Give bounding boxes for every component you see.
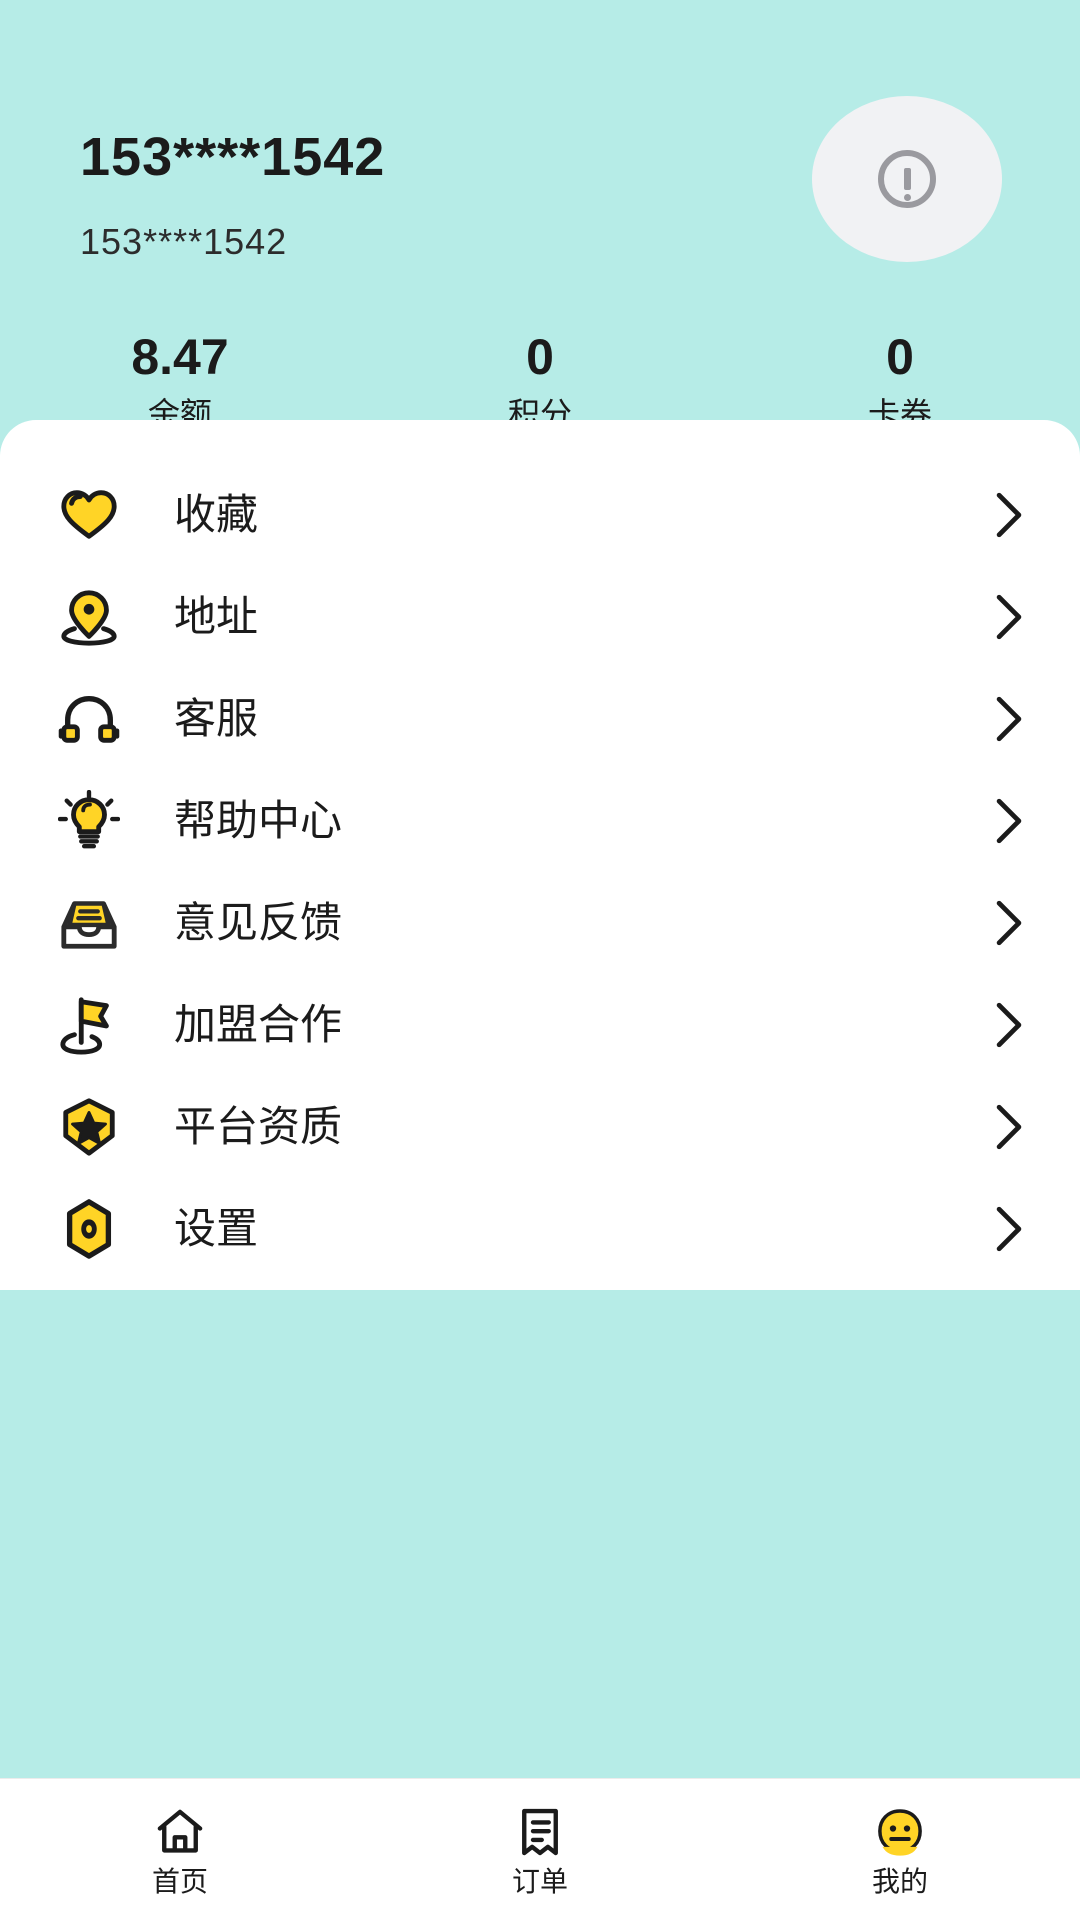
- tab-home[interactable]: 首页: [0, 1804, 360, 1896]
- chevron-right-icon: [992, 593, 1026, 641]
- stat-value: 0: [886, 329, 914, 385]
- chevron-right-icon: [992, 1103, 1026, 1151]
- menu-item-favorites[interactable]: 收藏: [0, 464, 1080, 566]
- menu-item-platform-qualification[interactable]: 平台资质: [0, 1076, 1080, 1178]
- stat-balance[interactable]: 8.47 余额: [0, 330, 360, 432]
- stat-value: 0: [526, 329, 554, 385]
- menu-item-label: 客服: [174, 695, 259, 742]
- hex-gear-icon: [56, 1196, 122, 1262]
- chevron-right-icon: [992, 797, 1026, 845]
- menu-item-label: 收藏: [174, 491, 259, 538]
- home-icon: [152, 1804, 208, 1860]
- stat-value: 8.47: [131, 329, 229, 385]
- bottom-tab-bar: 首页 订单 我的: [0, 1778, 1080, 1920]
- profile-screen: 153****1542 153****1542 8.47 余额 0 积分 0 卡…: [0, 0, 1080, 1920]
- menu-item-label: 平台资质: [174, 1103, 343, 1150]
- menu-card: 收藏 地址 客服 帮助中心 意见反馈 加盟合作 平台资质 设置: [0, 420, 1080, 1290]
- menu-item-label: 加盟合作: [174, 1001, 343, 1048]
- chevron-right-icon: [992, 491, 1026, 539]
- tab-label: 首页: [151, 1865, 208, 1897]
- menu-item-label: 设置: [174, 1205, 259, 1252]
- lightbulb-icon: [56, 788, 122, 854]
- menu-item-label: 意见反馈: [174, 899, 343, 946]
- menu-item-feedback[interactable]: 意见反馈: [0, 872, 1080, 974]
- exclamation-circle-icon: [878, 150, 936, 208]
- receipt-icon: [512, 1804, 568, 1860]
- menu-item-settings[interactable]: 设置: [0, 1178, 1080, 1280]
- menu-item-franchise[interactable]: 加盟合作: [0, 974, 1080, 1076]
- badge-star-icon: [56, 1094, 122, 1160]
- menu-item-address[interactable]: 地址: [0, 566, 1080, 668]
- chevron-right-icon: [992, 1205, 1026, 1253]
- inbox-icon: [56, 890, 122, 956]
- location-pin-icon: [56, 584, 122, 650]
- heart-icon: [56, 482, 122, 548]
- tab-profile[interactable]: 我的: [720, 1804, 1080, 1896]
- page-filler: [0, 1290, 1080, 1778]
- tab-orders[interactable]: 订单: [360, 1804, 720, 1896]
- phone-number-secondary: 153****1542: [80, 221, 288, 262]
- menu-item-help-center[interactable]: 帮助中心: [0, 770, 1080, 872]
- avatar[interactable]: [812, 96, 1002, 262]
- stats-row: 8.47 余额 0 积分 0 卡券: [0, 330, 1080, 432]
- chevron-right-icon: [992, 695, 1026, 743]
- profile-icon: [872, 1804, 928, 1860]
- flag-icon: [56, 992, 122, 1058]
- tab-label: 订单: [511, 1865, 568, 1897]
- menu-item-label: 帮助中心: [174, 797, 343, 844]
- headset-icon: [56, 686, 122, 752]
- phone-number-primary: 153****1542: [80, 127, 386, 187]
- menu-item-customer-service[interactable]: 客服: [0, 668, 1080, 770]
- chevron-right-icon: [992, 1001, 1026, 1049]
- stat-coupons[interactable]: 0 卡券: [720, 330, 1080, 432]
- menu-item-label: 地址: [174, 593, 259, 640]
- chevron-right-icon: [992, 899, 1026, 947]
- stat-points[interactable]: 0 积分: [360, 330, 720, 432]
- tab-label: 我的: [871, 1865, 928, 1897]
